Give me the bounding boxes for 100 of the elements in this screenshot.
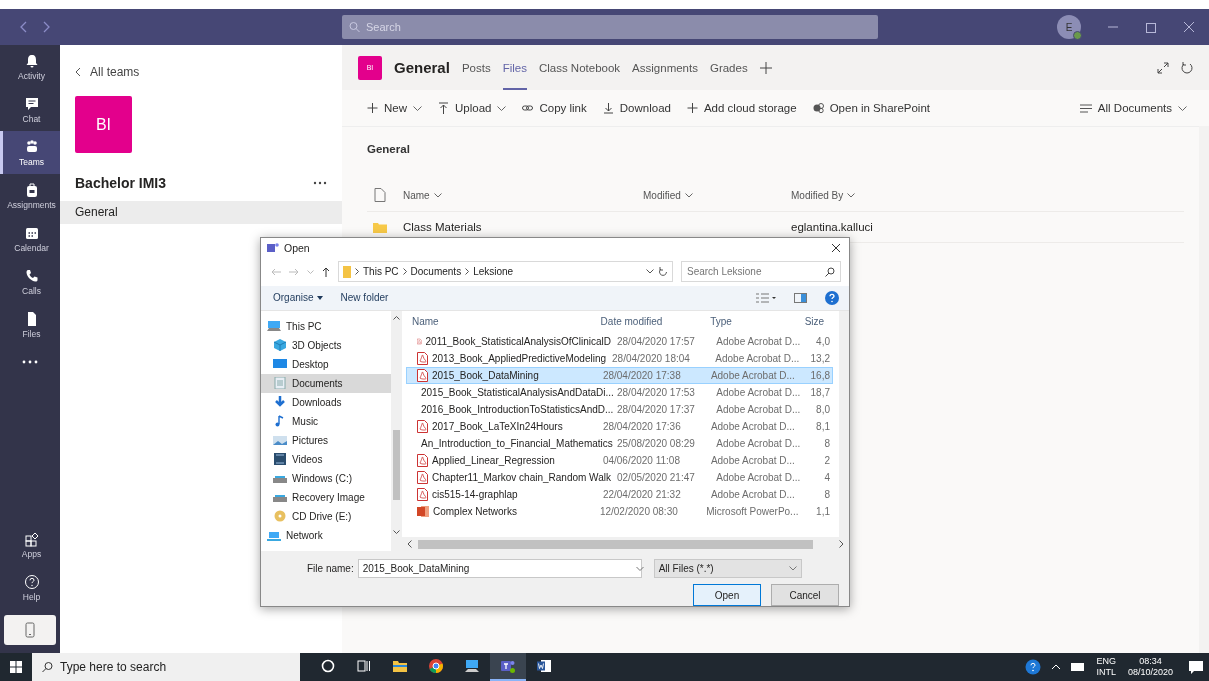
file-row[interactable]: cis515-14-graphlap 22/04/2020 21:32 Adobe Acrobat D... 8 (406, 485, 833, 503)
channel-tab[interactable]: Posts (461, 45, 491, 90)
scroll-up-icon[interactable] (392, 314, 400, 320)
address-bar[interactable]: This PC Documents Leksione (338, 261, 673, 283)
search-field[interactable]: Search Leksione (681, 261, 841, 283)
help-icon[interactable] (825, 290, 839, 305)
file-row[interactable]: An_Introduction_to_Financial_Mathematics 25/08/2020 08:29 Adobe Acrobat D... 8 (406, 434, 833, 452)
view-selector[interactable]: All Documents (1079, 102, 1187, 114)
scrollbar[interactable] (391, 310, 401, 551)
scroll-thumb[interactable] (392, 429, 400, 500)
nav-item[interactable]: Music (261, 411, 391, 431)
column-header[interactable]: Date modified (600, 316, 663, 328)
nav-item[interactable]: This PC (261, 316, 391, 336)
path-segment[interactable]: Documents (410, 266, 462, 278)
maximize-icon[interactable] (1145, 21, 1157, 33)
date-cell: 22/04/2020 21:32 (602, 488, 681, 500)
channel-tab[interactable]: Grades (709, 45, 748, 90)
dialog-button[interactable]: Cancel (771, 584, 839, 606)
scroll-right-icon[interactable] (839, 540, 844, 548)
rail-item[interactable]: Help (0, 566, 60, 609)
nav-item[interactable]: Desktop (261, 354, 391, 374)
rail-item[interactable]: Assignments (0, 174, 60, 217)
notifications-icon[interactable] (1188, 659, 1204, 675)
file-row[interactable]: 2013_Book_AppliedPredictiveModeling 28/04/2020 18:04 Adobe Acrobat D... 13,2 (406, 349, 833, 367)
toolbar-button[interactable]: Download (602, 102, 671, 114)
path-segment[interactable]: This PC (363, 266, 399, 278)
toolbar-button[interactable]: Add cloud storage (686, 102, 797, 114)
column-header[interactable]: Size (804, 316, 825, 328)
refresh-icon[interactable] (658, 266, 668, 277)
refresh-icon[interactable] (1181, 61, 1193, 74)
toolbar-button[interactable]: Copy link (522, 102, 587, 114)
view-list-icon[interactable] (756, 292, 776, 303)
up-arrow-icon[interactable] (322, 266, 330, 277)
toolbar-button[interactable]: Open in SharePoint (812, 102, 930, 114)
file-row[interactable]: 2015_Book_DataMining 28/04/2020 17:38 Adobe Acrobat D... 16,8 (406, 366, 833, 384)
rail-item[interactable]: Calendar (0, 217, 60, 260)
command-button[interactable]: Organise (273, 292, 323, 304)
scrollbar[interactable] (402, 537, 849, 551)
rail-item[interactable]: Apps (0, 523, 60, 566)
file-row[interactable]: 2011_Book_StatisticalAnalysisOfClinicalD 28/04/2020 17:57 Adobe Acrobat D... 4,0 (406, 332, 833, 350)
language-indicator[interactable]: ENG INTL (1096, 656, 1116, 678)
dialog-button[interactable]: Open (693, 584, 761, 606)
preview-pane-icon[interactable] (794, 292, 807, 303)
toolbar-button[interactable]: Upload (438, 102, 507, 114)
channel-item[interactable]: General (60, 201, 342, 224)
rail-item[interactable]: Chat (0, 88, 60, 131)
channel-title: General (394, 59, 450, 76)
more-options-icon[interactable] (313, 181, 327, 185)
more-icon[interactable] (22, 360, 38, 364)
file-row[interactable]: Chapter11_Markov chain_Random Walk 02/05/2020 21:47 Adobe Acrobat D... 4 (406, 468, 833, 486)
file-row[interactable]: 2017_Book_LaTeXIn24Hours 28/04/2020 17:36 Adobe Acrobat D... 8,1 (406, 417, 833, 435)
type-cell: Microsoft PowerPo... (706, 505, 799, 517)
rail-item[interactable]: Files (0, 303, 60, 346)
help-icon[interactable] (1025, 659, 1042, 675)
file-row[interactable]: 2015_Book_StatisticalAnalysisAndDataDi... 28/04/2020 17:53 Adobe Acrobat D... 18,7 (406, 383, 833, 401)
all-teams-link[interactable]: All teams (60, 45, 342, 79)
battery-icon[interactable] (1071, 663, 1086, 671)
scrollbar[interactable] (839, 310, 849, 537)
file-name: 2013_Book_AppliedPredictiveModeling (432, 352, 606, 364)
taskbar-search-field[interactable]: Type here to search (32, 653, 300, 681)
command-button[interactable]: New folder (340, 292, 389, 304)
scroll-down-icon[interactable] (392, 529, 400, 535)
rail-item[interactable]: Teams (0, 131, 60, 174)
nav-item[interactable]: Windows (C:) (261, 468, 391, 488)
search-field[interactable]: Search (342, 15, 878, 39)
add-tab-icon[interactable] (759, 61, 772, 74)
file-row[interactable]: Complex Networks 12/02/2020 08:30 Microsoft PowerPo... 1,1 (406, 502, 833, 520)
rail-item[interactable]: Activity (0, 45, 60, 88)
clock[interactable]: 08:34 08/10/2020 (1127, 656, 1173, 678)
scroll-left-icon[interactable] (407, 540, 412, 548)
expand-icon[interactable] (1157, 61, 1169, 74)
channel-tab[interactable]: Assignments (632, 45, 698, 90)
file-type-dropdown[interactable]: All Files (*.*) (653, 559, 802, 578)
nav-item[interactable]: 3D Objects (261, 335, 391, 355)
channel-tab[interactable]: Class Notebook (538, 45, 621, 90)
scrollbar[interactable] (1199, 126, 1209, 653)
column-header[interactable]: Name (403, 189, 430, 201)
column-header[interactable]: Name (412, 316, 439, 328)
column-header[interactable]: Modified By (791, 189, 844, 201)
file-name-field[interactable]: 2015_Book_DataMining (357, 559, 642, 578)
rail-item[interactable]: Calls (0, 260, 60, 303)
taskview-icon (356, 658, 372, 674)
column-header[interactable]: Type (710, 316, 732, 328)
nav-item[interactable]: Documents (261, 373, 391, 393)
file-row[interactable]: 2016_Book_IntroductionToStatisticsAndD... 28/04/2020 17:37 Adobe Acrobat D... 8,0 (406, 400, 833, 418)
nav-item[interactable]: Network (261, 525, 391, 545)
nav-item[interactable]: Downloads (261, 392, 391, 412)
chevron-right-icon (355, 268, 359, 276)
nav-item[interactable]: CD Drive (E:) (261, 506, 391, 526)
file-row[interactable]: Applied_Linear_Regression 04/06/2020 11:08 Adobe Acrobat D... 2 (406, 451, 833, 469)
nav-item[interactable]: Recovery Image (261, 487, 391, 507)
close-icon[interactable] (831, 242, 841, 253)
user-avatar[interactable]: E (1057, 15, 1081, 39)
path-segment[interactable]: Leksione (473, 266, 514, 278)
file-name[interactable]: Class Materials (403, 221, 482, 233)
toolbar-button[interactable]: New (367, 102, 422, 114)
nav-item[interactable]: Videos (261, 449, 391, 469)
nav-item[interactable]: Pictures (261, 430, 391, 450)
column-header[interactable]: Modified (643, 189, 681, 201)
chevron-up-icon[interactable] (1051, 664, 1062, 670)
